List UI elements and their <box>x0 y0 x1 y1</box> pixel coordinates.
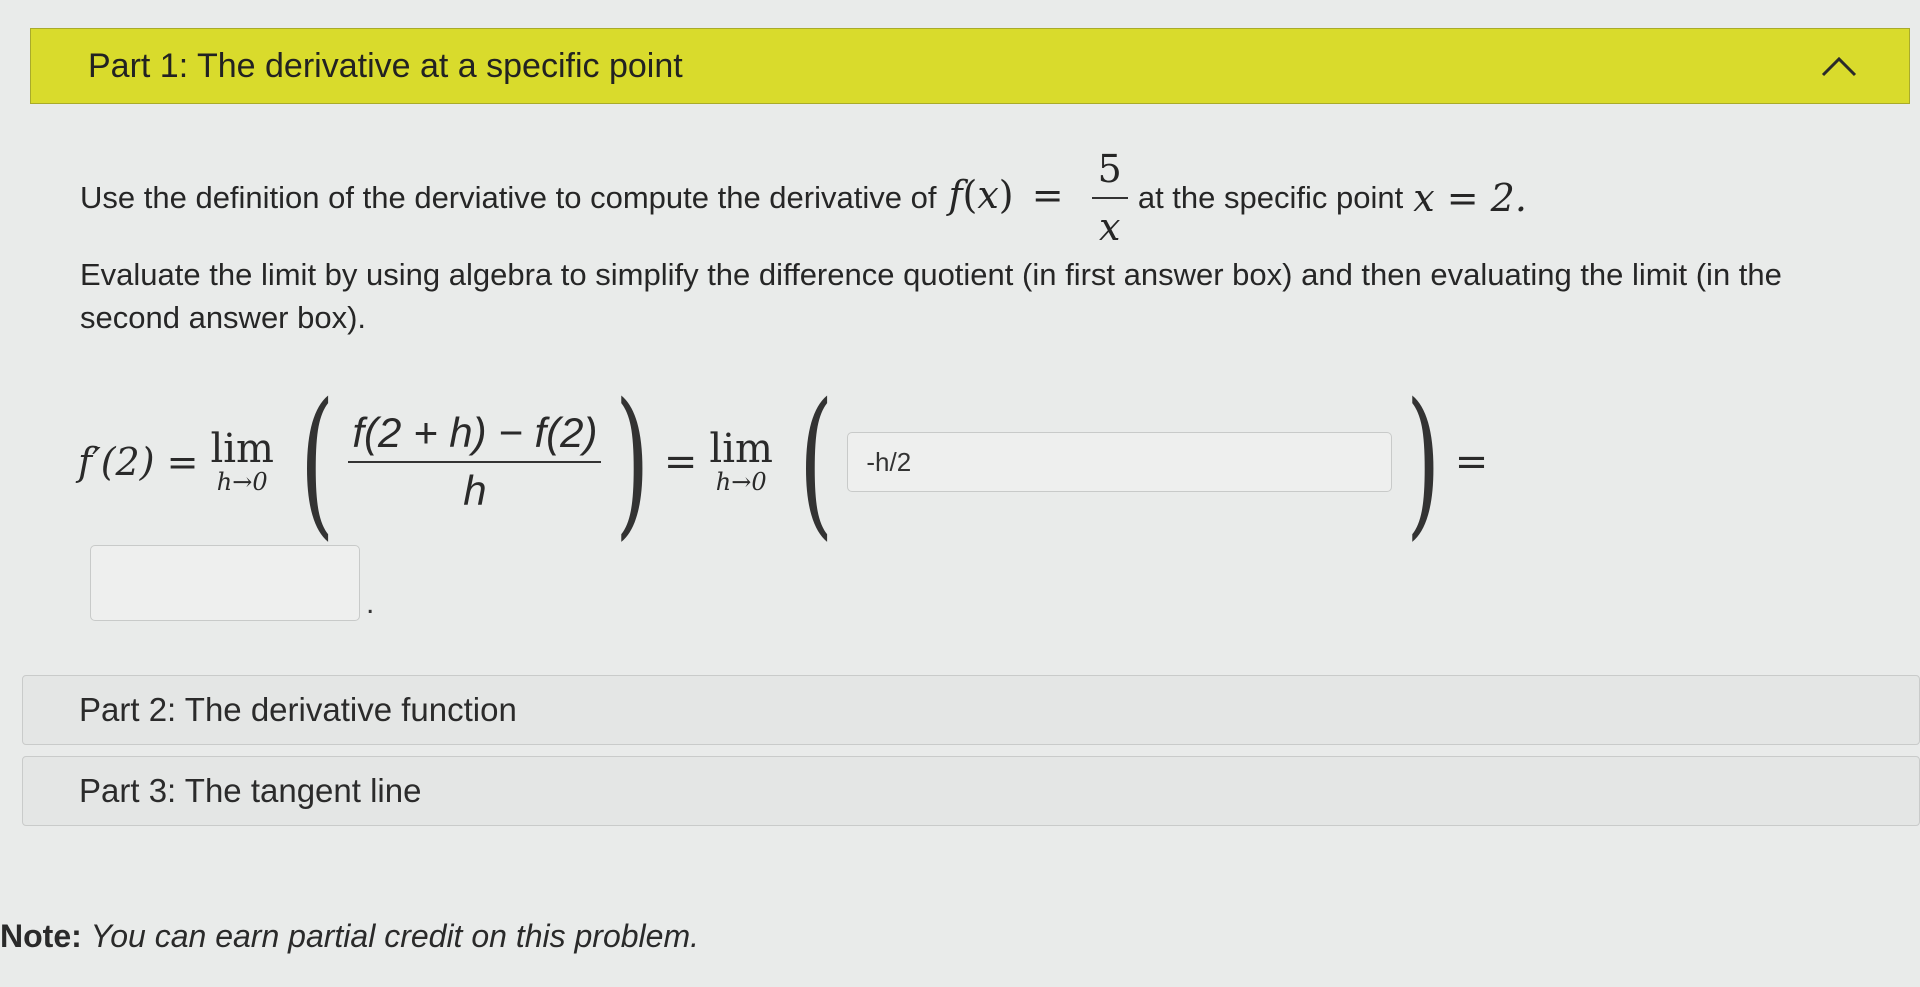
function-name: f <box>948 172 963 217</box>
equals-sign-2: = <box>1454 439 1489 485</box>
function-var: x <box>977 172 999 217</box>
answer-period: . <box>366 587 375 620</box>
point-value: x = 2. <box>1413 175 1527 220</box>
part2-header[interactable]: Part 2: The derivative function <box>22 675 1920 745</box>
function-expression: f(x) = 5 x <box>948 143 1137 254</box>
problem-line-1: Use the definition of the derviative to … <box>80 142 1860 254</box>
lim-subscript-2: h→0 <box>715 467 767 496</box>
dq-numerator: f(2 + h) − f(2) <box>348 409 602 463</box>
answer-2-row: . <box>90 545 374 621</box>
derivative-lhs: f′(2) = <box>78 439 199 484</box>
close-paren-2: ) <box>1406 368 1441 555</box>
part1-header[interactable]: Part 1: The derivative at a specific poi… <box>30 28 1910 104</box>
limit-equation: f′(2) = lim h→0 ( f(2 + h) − f(2) h ) = … <box>78 382 1488 542</box>
dq-denominator: h <box>463 467 487 514</box>
part3-title: Part 3: The tangent line <box>79 772 422 809</box>
equation-lhs: f′(2) = lim h→0 <box>78 429 286 495</box>
equation-middle: = lim h→0 <box>664 429 785 495</box>
function-fraction: 5 x <box>1091 143 1128 254</box>
answer-box-1[interactable] <box>847 432 1393 492</box>
difference-quotient: f(2 + h) − f(2) h <box>348 409 602 515</box>
partial-credit-note: Note: You can earn partial credit on thi… <box>0 918 699 955</box>
open-paren: ( <box>300 368 335 555</box>
limit-operator-2: lim h→0 <box>709 429 773 495</box>
lim-word: lim <box>210 425 274 472</box>
function-denominator: x <box>1099 205 1121 249</box>
note-text: You can earn partial credit on this prob… <box>90 918 699 954</box>
part1-title: Part 1: The derivative at a specific poi… <box>88 46 683 85</box>
open-paren-2: ( <box>798 368 834 555</box>
problem-intro: Use the definition of the derviative to … <box>80 179 937 215</box>
chevron-up-icon[interactable] <box>1819 51 1859 81</box>
part3-header[interactable]: Part 3: The tangent line <box>22 756 1920 826</box>
function-numerator: 5 <box>1091 143 1128 199</box>
problem-statement: Use the definition of the derviative to … <box>80 142 1860 340</box>
answer-box-2[interactable] <box>90 545 360 621</box>
at-text: at the specific point <box>1137 179 1404 215</box>
part2-title: Part 2: The derivative function <box>79 691 517 728</box>
lim-word-2: lim <box>709 425 773 472</box>
note-label: Note: <box>0 918 82 954</box>
lim-subscript: h→0 <box>216 467 268 496</box>
problem-instructions: Evaluate the limit by using algebra to s… <box>80 257 1782 335</box>
equals-sign-1: = <box>663 438 698 485</box>
limit-operator-1: lim h→0 <box>210 429 274 495</box>
close-paren: ) <box>615 368 650 555</box>
